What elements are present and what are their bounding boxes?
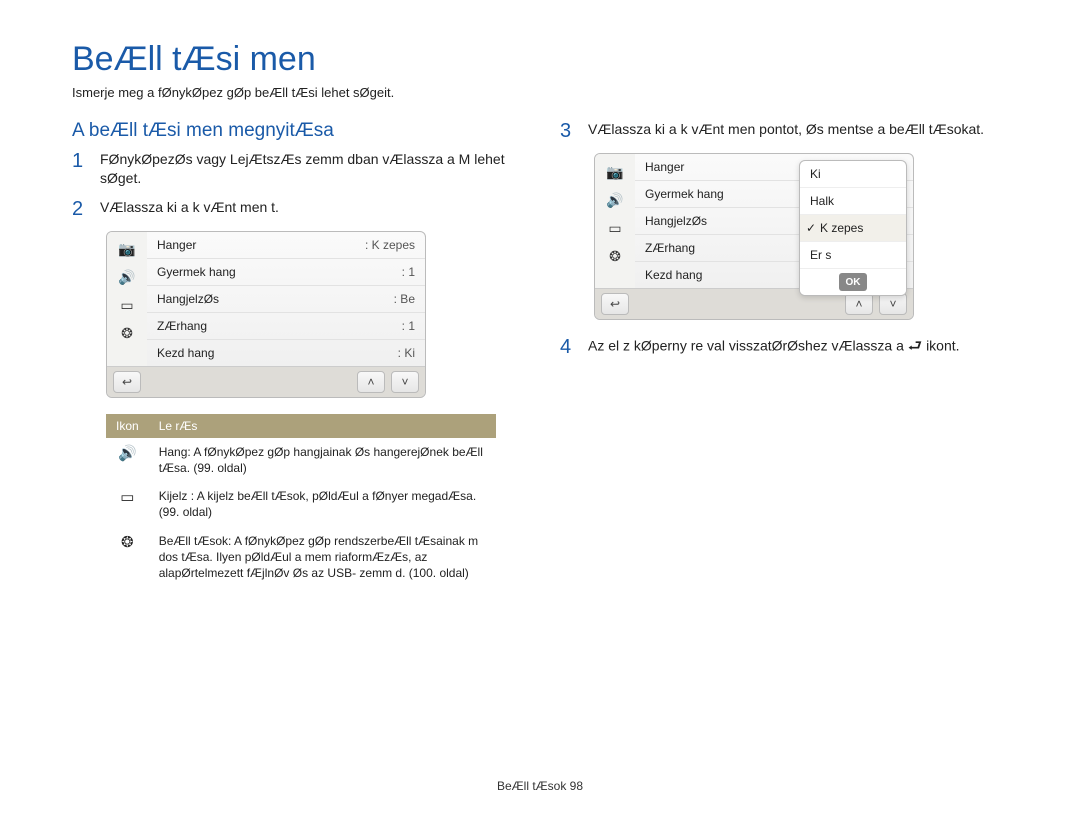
nav-up-button[interactable]: ˄	[357, 371, 385, 393]
camera-icon: 📷	[107, 236, 147, 264]
desc-sound: Hang: A fØnykØpez gØp hangjainak Øs hang…	[149, 438, 496, 482]
step-2-text: VÆlassza ki a k vÆnt men t.	[100, 198, 279, 221]
step-4: 4 Az el z kØperny re val visszatØrØshez …	[560, 336, 1008, 359]
sound-icon: 🔊	[107, 264, 147, 292]
step-number: 1	[72, 150, 90, 188]
list-item: Hanger: K zepes	[147, 232, 425, 259]
nav-down-button[interactable]: ˅	[879, 293, 907, 315]
step-3-text: VÆlassza ki a k vÆnt men pontot, Øs ment…	[588, 120, 984, 143]
popup-option-selected[interactable]: K zepes	[800, 215, 906, 242]
list-item: Kezd hang: Ki	[147, 340, 425, 366]
page-footer: BeÆll tÆsok 98	[0, 779, 1080, 793]
icon-description-table: Ikon Le rÆs 🔊 Hang: A fØnykØpez gØp hang…	[106, 414, 496, 587]
intro-text: Ismerje meg a fØnykØpez gØp beÆll tÆsi l…	[72, 85, 1008, 100]
return-icon: ⮐	[908, 336, 922, 358]
screen-a-rows: Hanger: K zepes Gyermek hang: 1 Hangjelz…	[147, 232, 425, 366]
back-button[interactable]: ↩	[113, 371, 141, 393]
step-number: 4	[560, 336, 578, 359]
screen-b: 📷 🔊 ▭ ❂ Hanger Gyermek hang HangjelzØs Z…	[594, 153, 914, 320]
section-subhead: A beÆll tÆsi men megnyitÆsa	[72, 120, 520, 142]
table-row: ▭ Kijelz : A kijelz beÆll tÆsok, pØldÆul…	[106, 482, 496, 526]
popup-ok-row: OK	[800, 269, 906, 295]
sound-icon: 🔊	[595, 186, 635, 214]
step-1-text: FØnykØpezØs vagy LejÆtszÆs zemm dban vÆl…	[100, 150, 520, 188]
list-item: HangjelzØs: Be	[147, 286, 425, 313]
display-icon: ▭	[106, 482, 149, 526]
page-title: BeÆll tÆsi men	[72, 40, 1008, 79]
screen-b-iconbar: 📷 🔊 ▭ ❂	[595, 154, 635, 288]
nav-down-button[interactable]: ˅	[391, 371, 419, 393]
settings-icon: ❂	[106, 527, 149, 588]
screen-a-iconbar: 📷 🔊 ▭ ❂	[107, 232, 147, 366]
list-item: ZÆrhang: 1	[147, 313, 425, 340]
volume-popup: Ki Halk K zepes Er s OK	[799, 160, 907, 296]
list-item: Gyermek hang: 1	[147, 259, 425, 286]
popup-option[interactable]: Ki	[800, 161, 906, 188]
step-2: 2 VÆlassza ki a k vÆnt men t.	[72, 198, 520, 221]
table-row: 🔊 Hang: A fØnykØpez gØp hangjainak Øs ha…	[106, 438, 496, 482]
step-3: 3 VÆlassza ki a k vÆnt men pontot, Øs me…	[560, 120, 1008, 143]
col-header-icon: Ikon	[106, 414, 149, 438]
camera-icon: 📷	[595, 158, 635, 186]
desc-settings: BeÆll tÆsok: A fØnykØpez gØp rendszerbeÆ…	[149, 527, 496, 588]
ok-button[interactable]: OK	[839, 273, 867, 291]
sound-icon: 🔊	[106, 438, 149, 482]
nav-up-button[interactable]: ˄	[845, 293, 873, 315]
step-number: 2	[72, 198, 90, 221]
popup-option[interactable]: Halk	[800, 188, 906, 215]
gear-icon: ❂	[595, 242, 635, 270]
gear-icon: ❂	[107, 320, 147, 348]
display-icon: ▭	[595, 214, 635, 242]
desc-display: Kijelz : A kijelz beÆll tÆsok, pØldÆul a…	[149, 482, 496, 526]
right-column: 3 VÆlassza ki a k vÆnt men pontot, Øs me…	[560, 120, 1008, 587]
screen-a: 📷 🔊 ▭ ❂ Hanger: K zepes Gyermek hang: 1 …	[106, 231, 426, 398]
table-row: ❂ BeÆll tÆsok: A fØnykØpez gØp rendszerb…	[106, 527, 496, 588]
step-number: 3	[560, 120, 578, 143]
screen-a-footer: ↩ ˄ ˅	[107, 366, 425, 397]
back-button[interactable]: ↩	[601, 293, 629, 315]
col-header-desc: Le rÆs	[149, 414, 496, 438]
step-1: 1 FØnykØpezØs vagy LejÆtszÆs zemm dban v…	[72, 150, 520, 188]
step-4-text: Az el z kØperny re val visszatØrØshez vÆ…	[588, 336, 960, 359]
left-column: A beÆll tÆsi men megnyitÆsa 1 FØnykØpezØ…	[72, 120, 520, 587]
popup-option[interactable]: Er s	[800, 242, 906, 269]
display-icon: ▭	[107, 292, 147, 320]
